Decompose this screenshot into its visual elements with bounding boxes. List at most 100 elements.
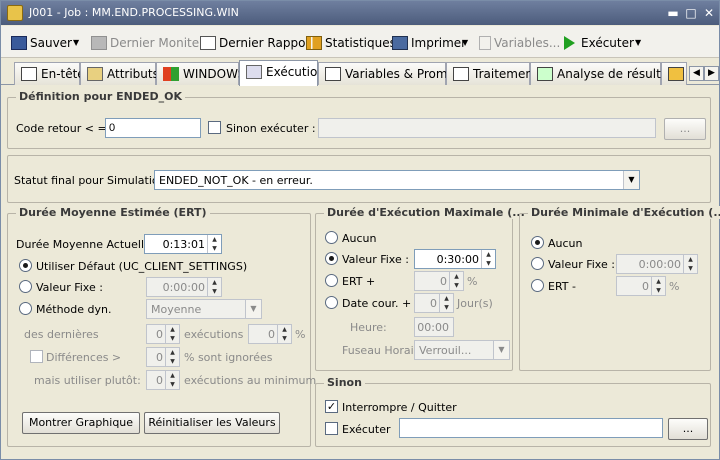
ert-default-radio[interactable] [19, 259, 32, 272]
max-fixed-spinner[interactable]: 0:30:00 ▲ ▼ [414, 249, 496, 269]
ert-fixed-label: Valeur Fixe : [36, 281, 103, 294]
return-code-input[interactable] [105, 118, 201, 138]
show-graph-button[interactable]: Montrer Graphique [22, 412, 140, 434]
max-time-label: Heure: [350, 321, 387, 334]
simulation-status-select[interactable]: ENDED_NOT_OK - en erreur. ▼ [154, 170, 640, 190]
ert-default-label: Utiliser Défaut (UC_CLIENT_SETTINGS) [36, 260, 248, 273]
min-fixed-spinner[interactable]: 0:00:00 ▲ ▼ [616, 254, 698, 274]
last-report-button[interactable]: Dernier Rapport [200, 34, 315, 52]
max-ert-radio[interactable] [325, 274, 338, 287]
else-execute-browse-button-2[interactable]: ... [668, 418, 708, 440]
variables-icon [479, 36, 491, 50]
max-date-spinner[interactable]: 0 ▲ ▼ [414, 293, 454, 313]
print-button[interactable]: Imprimer [392, 34, 466, 52]
max-duration-legend: Durée d'Exécution Maximale (... [324, 206, 528, 219]
statistics-label: Statistiques [325, 36, 396, 50]
max-date-label: Date cour. + [342, 297, 412, 310]
tab-scroll-right[interactable]: ▶ [704, 66, 719, 81]
ert-current-spinner[interactable]: 0:13:01 ▲ ▼ [144, 234, 222, 254]
ert-last-spinner[interactable]: 0 ▲ ▼ [146, 324, 180, 344]
chevron-down-icon: ▼ [493, 341, 509, 359]
else-execute-browse-button[interactable]: ... [664, 118, 706, 140]
min-duration-legend: Durée Minimale d'Exécution (... [528, 206, 720, 219]
else-execute-checkbox-2[interactable] [325, 422, 338, 435]
ert-group: Durée Moyenne Estimée (ERT) Durée Moyenn… [7, 206, 316, 447]
tab-attributes[interactable]: Attributs [80, 62, 159, 85]
min-none-radio[interactable] [531, 236, 544, 249]
attributes-icon [87, 67, 103, 81]
tab-variables-prompts[interactable]: Variables & Prompts [318, 62, 466, 85]
tab-windows[interactable]: WINDOWS [156, 62, 246, 85]
ert-but-use-label: mais utiliser plutôt: [34, 374, 141, 387]
ert-dyn-label: Méthode dyn. [36, 303, 112, 316]
max-fixed-radio[interactable] [325, 252, 338, 265]
last-report-label: Dernier Rapport [219, 36, 316, 50]
min-ert-pct-label: % [669, 280, 680, 293]
save-button[interactable]: Sauver [11, 34, 72, 52]
max-days-label: Jour(s) [457, 297, 493, 310]
execute-button[interactable]: Exécuter [564, 34, 634, 52]
ert-pct-spinner[interactable]: 0 ▲ ▼ [248, 324, 292, 344]
tab-processing[interactable]: Traitement [446, 62, 538, 85]
chart-icon [306, 36, 322, 50]
min-ert-radio[interactable] [531, 279, 544, 292]
ert-last-label: des dernières [24, 328, 99, 341]
tab-overflow[interactable] [661, 62, 687, 85]
toolbar: Sauver ▼ Dernier Moniteur Dernier Rappor… [1, 26, 719, 58]
variables-prompts-icon [325, 67, 341, 81]
max-date-radio[interactable] [325, 296, 338, 309]
minimize-button[interactable]: ▬ [665, 5, 681, 21]
min-ert-spinner[interactable]: 0 ▲ ▼ [616, 276, 666, 296]
printer-icon [392, 36, 408, 50]
monitor-icon [91, 36, 107, 50]
tab-header[interactable]: En-tête [14, 62, 85, 85]
play-icon [564, 36, 575, 50]
job-window: J001 - Job : MM.END.PROCESSING.WIN ▬ □ ✕… [0, 0, 720, 460]
max-tz-select[interactable]: Verrouil... ▼ [414, 340, 510, 360]
ert-dyn-radio[interactable] [19, 302, 32, 315]
reset-values-button[interactable]: Réinitialiser les Valeurs [144, 412, 280, 434]
variables-button[interactable]: Variables... [479, 34, 560, 52]
close-button[interactable]: ✕ [701, 5, 717, 21]
maximize-button[interactable]: □ [683, 5, 699, 21]
execute-dropdown[interactable]: ▼ [635, 34, 641, 52]
ert-diff-spinner[interactable]: 0 ▲ ▼ [146, 347, 180, 367]
definition-group: Définition pour ENDED_OK Code retour < =… [7, 90, 711, 149]
min-fixed-radio[interactable] [531, 257, 544, 270]
ert-exec-plus-label: exécutions + [184, 328, 257, 341]
else-execute-checkbox[interactable] [208, 121, 221, 134]
tab-execution[interactable]: Exécution [239, 60, 325, 86]
max-ert-spinner[interactable]: 0 ▲ ▼ [414, 271, 464, 291]
tab-output-analysis[interactable]: Analyse de résultats [530, 62, 679, 85]
else-execute-input-2[interactable] [399, 418, 663, 438]
max-none-radio[interactable] [325, 231, 338, 244]
max-ert-pct-label: % [467, 275, 478, 288]
ert-diff-checkbox[interactable] [30, 350, 43, 363]
output-analysis-icon [537, 67, 553, 81]
ert-min-spinner[interactable]: 0 ▲ ▼ [146, 370, 180, 390]
else-group: Sinon ✓ Interrompre / Quitter Exécuter .… [315, 376, 711, 447]
else-legend: Sinon [324, 376, 365, 389]
ert-legend: Durée Moyenne Estimée (ERT) [16, 206, 210, 219]
ert-dyn-select[interactable]: Moyenne ▼ [146, 299, 262, 319]
tab-scroll-left[interactable]: ◀ [689, 66, 704, 81]
max-time-spinner[interactable]: 00:00 [414, 317, 454, 337]
execution-page: Définition pour ENDED_OK Code retour < =… [5, 87, 720, 455]
windows-flag-icon [163, 67, 179, 81]
chevron-down-icon: ▼ [245, 300, 261, 318]
abort-checkbox[interactable]: ✓ [325, 400, 338, 413]
ert-current-label: Durée Moyenne Actuelle: [16, 238, 155, 251]
max-ert-label: ERT + [342, 275, 376, 288]
save-dropdown[interactable]: ▼ [73, 34, 79, 52]
ert-fixed-radio[interactable] [19, 280, 32, 293]
last-monitor-button[interactable]: Dernier Moniteur [91, 34, 212, 52]
ert-fixed-spinner[interactable]: 0:00:00 ▲ ▼ [146, 277, 222, 297]
report-icon [200, 36, 216, 50]
print-dropdown[interactable]: ▼ [462, 34, 468, 52]
else-execute-input[interactable] [318, 118, 656, 138]
print-label: Imprimer [411, 36, 467, 50]
min-fixed-label: Valeur Fixe : [548, 258, 615, 271]
statistics-button[interactable]: Statistiques [306, 34, 396, 52]
abort-label: Interrompre / Quitter [342, 401, 457, 414]
max-fixed-label: Valeur Fixe : [342, 253, 409, 266]
